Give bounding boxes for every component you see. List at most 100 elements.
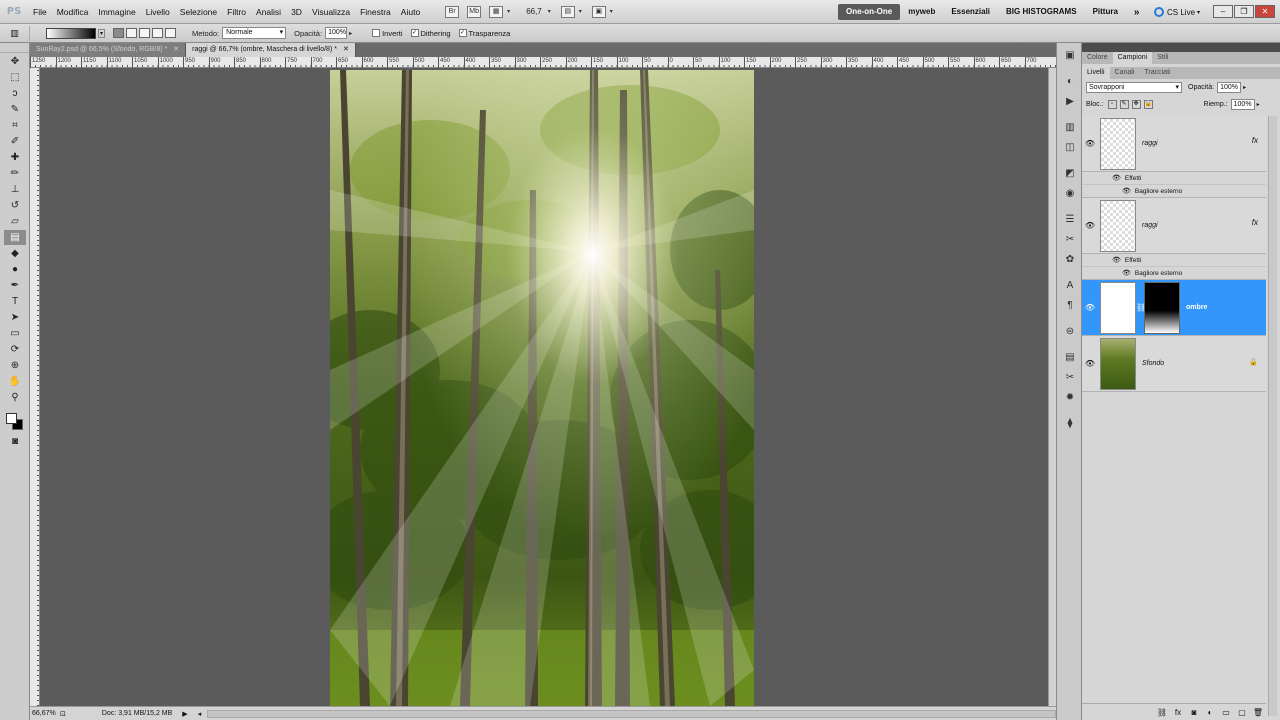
effects-row[interactable]: 👁 Effetti — [1082, 254, 1266, 267]
marquee-tool-icon[interactable]: ⬚ — [4, 70, 26, 85]
effects-row[interactable]: 👁 Effetti — [1082, 172, 1266, 185]
method-select[interactable]: Normale — [222, 27, 287, 39]
scroll-left-icon[interactable]: ◂ — [198, 710, 202, 718]
masks-panel-icon[interactable]: ◉ — [1062, 187, 1078, 201]
layer-thumbnail[interactable] — [1100, 337, 1136, 390]
horizontal-scrollbar[interactable] — [207, 709, 1056, 718]
effect-eye-icon[interactable]: 👁 — [1112, 256, 1121, 264]
blur-tool-icon[interactable]: ◆ — [4, 246, 26, 261]
paragraph-panel-icon[interactable]: ¶ — [1062, 299, 1078, 313]
tab-tracciati[interactable]: Tracciati — [1139, 67, 1175, 79]
zoom-tool-icon[interactable]: ⚲ — [4, 390, 26, 405]
fill-arrow-icon[interactable]: ▸ — [1257, 101, 1260, 108]
tab-colore[interactable]: Colore — [1082, 52, 1113, 64]
layer-opacity-input[interactable]: 100% — [1217, 82, 1242, 93]
layer-thumbnail[interactable] — [1100, 117, 1136, 170]
effect-eye-icon[interactable]: 👁 — [1112, 174, 1121, 182]
3d-panel-icon[interactable]: ✹ — [1062, 391, 1078, 405]
fx-icon[interactable]: fx — [1252, 218, 1258, 227]
status-zoom[interactable]: 66,67% — [30, 710, 60, 717]
move-tool-icon[interactable]: ✥ — [4, 54, 26, 69]
animation-panel-icon[interactable]: ⧫ — [1062, 417, 1078, 431]
menu-item-3d[interactable]: 3D — [286, 0, 307, 24]
angle-gradient-icon[interactable] — [139, 28, 151, 38]
screen-mode-icon[interactable]: ▣ — [591, 5, 606, 18]
opacity-input[interactable]: 100% — [325, 27, 348, 39]
layer-opacity-arrow-icon[interactable]: ▸ — [1243, 84, 1246, 91]
adjustments-panel-icon[interactable]: ◩ — [1062, 167, 1078, 181]
menu-item-aiuto[interactable]: Aiuto — [396, 0, 425, 24]
layer-thumbnail[interactable] — [1100, 199, 1136, 252]
healing-brush-tool-icon[interactable]: ✚ — [4, 150, 26, 165]
zoom-level[interactable]: 66,7 — [526, 7, 542, 16]
lock-position-icon[interactable]: ✥ — [1131, 100, 1141, 109]
close-tab-icon[interactable]: ✕ — [173, 43, 179, 57]
swatches-panel-icon[interactable]: ▥ — [1062, 121, 1078, 135]
minimize-icon[interactable]: – — [1213, 5, 1233, 18]
layer-raggi-1[interactable]: 👁 raggi fx — [1082, 116, 1266, 172]
new-layer-icon[interactable]: ▢ — [1234, 708, 1250, 717]
view-extras-icon[interactable]: ▦ — [489, 5, 504, 18]
3d-rotate-tool-icon[interactable]: ⟳ — [4, 342, 26, 357]
eyedropper-tool-icon[interactable]: ✐ — [4, 134, 26, 149]
lock-pixels-icon[interactable]: ✎ — [1119, 100, 1129, 109]
hand-tool-icon[interactable]: ✋ — [4, 374, 26, 389]
fx-icon[interactable]: fx — [1252, 136, 1258, 145]
radial-gradient-icon[interactable] — [126, 28, 138, 38]
clone-stamp-tool-icon[interactable]: ⊥ — [4, 182, 26, 197]
character-panel-icon[interactable]: A — [1062, 279, 1078, 293]
tab-campioni[interactable]: Campioni — [1112, 52, 1153, 64]
layer-name[interactable]: Sfondo — [1142, 360, 1164, 367]
quick-selection-tool-icon[interactable]: ✎ — [4, 102, 26, 117]
more-workspaces-icon[interactable]: » — [1126, 7, 1148, 18]
visibility-eye-icon[interactable]: 👁 — [1082, 139, 1098, 148]
tab-canali[interactable]: Canali — [1110, 67, 1140, 79]
tools-presets-icon[interactable]: ✂ — [1062, 371, 1078, 385]
forest-sunrays-photo[interactable] — [330, 70, 754, 706]
gradient-preview[interactable] — [46, 27, 96, 39]
layer-raggi-2[interactable]: 👁 raggi fx — [1082, 198, 1266, 254]
notes-panel-icon[interactable]: ▤ — [1062, 351, 1078, 365]
histogram-panel-icon[interactable]: ▣ — [1062, 49, 1078, 63]
layer-thumbnail[interactable] — [1100, 281, 1136, 334]
layer-mask-thumbnail[interactable] — [1144, 281, 1180, 334]
layer-name[interactable]: raggi — [1142, 140, 1158, 147]
view-extras-dropdown-icon[interactable]: ▾ — [507, 8, 510, 15]
diamond-gradient-icon[interactable] — [165, 28, 177, 38]
launch-bridge-icon[interactable]: Br — [445, 5, 460, 18]
screen-mode-dropdown-icon[interactable]: ▾ — [610, 8, 613, 15]
dither-checkbox[interactable]: ✓ Dithering — [410, 29, 451, 38]
foreground-color-swatch[interactable] — [6, 413, 17, 424]
new-adjustment-icon[interactable]: ◐ — [1202, 708, 1218, 717]
canvas-area[interactable] — [40, 68, 1048, 706]
clone-source-icon[interactable]: ⊜ — [1062, 325, 1078, 339]
arrange-documents-icon[interactable]: ▤ — [560, 5, 575, 18]
visibility-eye-icon[interactable]: 👁 — [1082, 303, 1098, 312]
actions-panel-icon[interactable]: ▶ — [1062, 95, 1078, 109]
type-tool-icon[interactable]: T — [4, 294, 26, 309]
delete-layer-icon[interactable]: 🗑 — [1250, 708, 1266, 717]
lock-transparency-icon[interactable]: ▫ — [1107, 100, 1117, 109]
history-panel-icon[interactable]: ◐ — [1062, 75, 1078, 89]
blend-mode-select[interactable]: Sovrapponi — [1086, 82, 1182, 93]
3d-orbit-tool-icon[interactable]: ⊕ — [4, 358, 26, 373]
layer-comps-icon[interactable]: ☰ — [1062, 213, 1078, 227]
menu-item-visualizza[interactable]: Visualizza — [307, 0, 355, 24]
cs-live[interactable]: CS Live ▾ — [1154, 4, 1200, 20]
horizontal-ruler[interactable]: 1250 1200 1150 1100 1050 1000 950 900 850 800 750 7… — [30, 57, 1056, 68]
lasso-tool-icon[interactable]: ↄ — [4, 86, 26, 101]
layers-scrollbar[interactable] — [1268, 116, 1277, 716]
menu-item-filtro[interactable]: Filtro — [222, 0, 251, 24]
pen-tool-icon[interactable]: ✒ — [4, 278, 26, 293]
tab-livelli[interactable]: Livelli — [1082, 67, 1110, 79]
add-style-icon[interactable]: fx — [1170, 708, 1186, 717]
history-brush-tool-icon[interactable]: ↺ — [4, 198, 26, 213]
reflected-gradient-icon[interactable] — [152, 28, 164, 38]
transparency-checkbox[interactable]: ✓ Trasparenza — [458, 29, 510, 38]
close-tab-icon[interactable]: ✕ — [343, 43, 349, 57]
invert-checkbox[interactable]: Inverti — [372, 29, 403, 38]
workspace-big-histograms[interactable]: BIG HISTOGRAMS — [998, 4, 1085, 20]
restore-icon[interactable]: ❐ — [1234, 5, 1254, 18]
gradient-picker-dropdown-icon[interactable]: ▾ — [98, 28, 106, 38]
navigator-panel-icon[interactable]: ◫ — [1062, 141, 1078, 155]
